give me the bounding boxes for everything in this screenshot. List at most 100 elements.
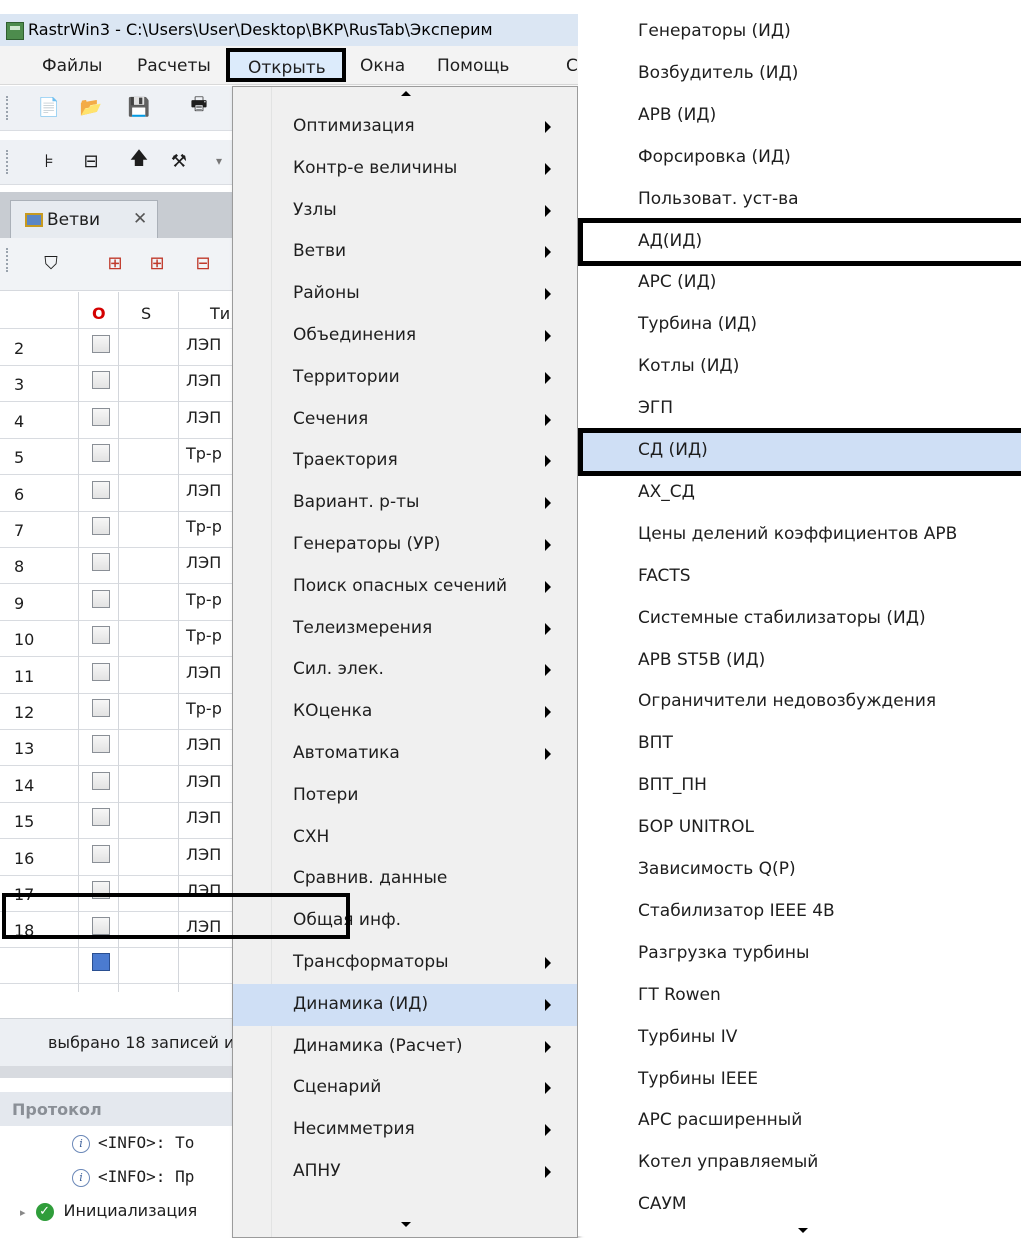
menu-item[interactable]: Сравнив. данные [233,858,577,900]
submenu-item[interactable]: ВПТ_ПН [578,765,1021,807]
row-checkbox[interactable] [92,407,110,426]
insert-row-icon[interactable]: ⊞ [104,252,126,274]
toolbar-grip[interactable] [6,96,11,120]
menu-item[interactable]: Узлы [233,190,577,232]
submenu-item[interactable]: Пользоват. уст-ва [578,179,1021,221]
row-checkbox[interactable] [92,953,110,971]
save-icon[interactable]: 💾 [128,96,150,118]
menu-open-highlight[interactable]: Открыть [226,48,346,82]
menu-item[interactable]: Траектория [233,440,577,482]
submenu-item[interactable]: ЭГП [578,388,1021,430]
new-file-icon[interactable]: 📄 [38,96,60,118]
row-checkbox[interactable] [92,589,110,608]
menu-help[interactable]: Помощь [437,56,509,76]
menu-item[interactable]: Контр-е величины [233,148,577,190]
open-folder-icon[interactable]: 📂 [80,96,102,118]
submenu-item[interactable]: АРВ ST5B (ИД) [578,640,1021,682]
submenu-item[interactable]: Котел управляемый [578,1142,1021,1184]
close-icon[interactable]: ✕ [133,209,147,229]
menu-item[interactable]: Трансформаторы [233,942,577,984]
tab-vetvi[interactable]: Ветви ✕ [10,200,158,239]
submenu-item[interactable]: АХ_СД [578,472,1021,514]
submenu-item[interactable]: САУМ [578,1184,1021,1226]
menu-item[interactable]: Объединения [233,315,577,357]
menu-item[interactable]: Сечения [233,399,577,441]
submenu-item[interactable]: Форсировка (ИД) [578,137,1021,179]
menu-item[interactable]: Территории [233,357,577,399]
row-checkbox[interactable] [92,699,110,717]
submenu-item[interactable]: Системные стабилизаторы (ИД) [578,598,1021,640]
submenu-item[interactable]: Генераторы (ИД) [578,11,1021,53]
menu-item[interactable]: Генераторы (УР) [233,524,577,566]
submenu-item[interactable]: Турбины IV [578,1017,1021,1059]
column-header-o[interactable]: O [92,304,106,323]
log-tree-item[interactable]: ▸ ✓ Инициализация [20,1201,197,1221]
menu-item[interactable]: Динамика (Расчет) [233,1026,577,1068]
submenu-item[interactable]: Котлы (ИД) [578,346,1021,388]
menu-item[interactable]: Телеизмерения [233,608,577,650]
row-checkbox[interactable] [92,917,110,936]
submenu-item[interactable]: Разгрузка турбины [578,933,1021,975]
row-checkbox[interactable] [92,626,110,645]
submenu-item[interactable]: АД(ИД) [578,221,1021,263]
dropdown-icon[interactable]: ▾ [208,150,230,172]
row-checkbox[interactable] [92,335,110,353]
row-checkbox[interactable] [92,480,110,499]
menu-item[interactable]: Ветви [233,231,577,273]
row-checkbox[interactable] [92,771,110,790]
scroll-down-icon[interactable] [401,1222,411,1227]
scroll-down-icon[interactable] [798,1228,808,1233]
menu-open[interactable]: Открыть [248,58,326,78]
submenu-item[interactable]: БОР UNITROL [578,807,1021,849]
up-arrow-icon[interactable]: 🡅 [128,148,150,172]
submenu-item[interactable]: Цены делений коэффициентов АРВ [578,514,1021,556]
row-checkbox[interactable] [92,371,110,390]
submenu-item[interactable]: Турбина (ИД) [578,304,1021,346]
menu-item[interactable]: АПНУ [233,1151,577,1193]
table-icon[interactable]: ⊟ [80,150,102,172]
submenu-item[interactable]: Ограничители недовозбуждения [578,681,1021,723]
print-icon[interactable]: 🖶 [188,94,210,118]
row-checkbox[interactable] [92,881,110,899]
delete-row-icon[interactable]: ⊟ [192,252,214,274]
submenu-item[interactable]: ГТ Rowen [578,975,1021,1017]
menu-item[interactable]: Общая инф. [233,900,577,942]
menu-item[interactable]: Вариант. р-ты [233,482,577,524]
submenu-item[interactable]: АРВ (ИД) [578,95,1021,137]
menu-item[interactable]: Поиск опасных сечений [233,566,577,608]
menu-item[interactable]: КОценка [233,691,577,733]
row-checkbox[interactable] [92,553,110,572]
row-checkbox[interactable] [92,444,110,463]
submenu-item[interactable]: FACTS [578,556,1021,598]
row-checkbox[interactable] [92,517,110,535]
menu-calcs[interactable]: Расчеты [137,56,211,76]
submenu-item[interactable]: АРС (ИД) [578,262,1021,304]
row-checkbox[interactable] [92,844,110,863]
submenu-item[interactable]: Зависимость Q(P) [578,849,1021,891]
expand-arrow-icon[interactable]: ▸ [20,1206,26,1219]
toolbar-grip[interactable] [6,248,11,272]
column-header-s[interactable]: S [141,304,151,323]
menu-item[interactable]: Районы [233,273,577,315]
submenu-item[interactable]: СД (ИД) [578,430,1021,472]
menu-extra[interactable]: С [566,56,578,76]
menu-item[interactable]: Оптимизация [233,106,577,148]
submenu-item[interactable]: ВПТ [578,723,1021,765]
submenu-item[interactable]: Возбудитель (ИД) [578,53,1021,95]
menu-item[interactable]: Динамика (ИД) [233,983,577,1026]
submenu-item[interactable]: АРС расширенный [578,1100,1021,1142]
menu-item[interactable]: Потери [233,775,577,817]
add-row-icon[interactable]: ⊞ [146,252,168,274]
menu-files[interactable]: Файлы [42,56,102,76]
row-checkbox[interactable] [92,735,110,754]
menu-item[interactable]: Сил. элек. [233,649,577,691]
menu-windows[interactable]: Окна [360,56,405,76]
filter-icon[interactable]: ⛉ [40,252,62,274]
column-header-type[interactable]: Ти [210,304,230,323]
menu-item[interactable]: Несимметрия [233,1109,577,1151]
menu-item[interactable]: Автоматика [233,733,577,775]
row-checkbox[interactable] [92,808,110,827]
submenu-item[interactable]: Турбины IEEE [578,1059,1021,1101]
menu-item[interactable]: СХН [233,817,577,859]
submenu-item[interactable]: Стабилизатор IEEE 4B [578,891,1021,933]
